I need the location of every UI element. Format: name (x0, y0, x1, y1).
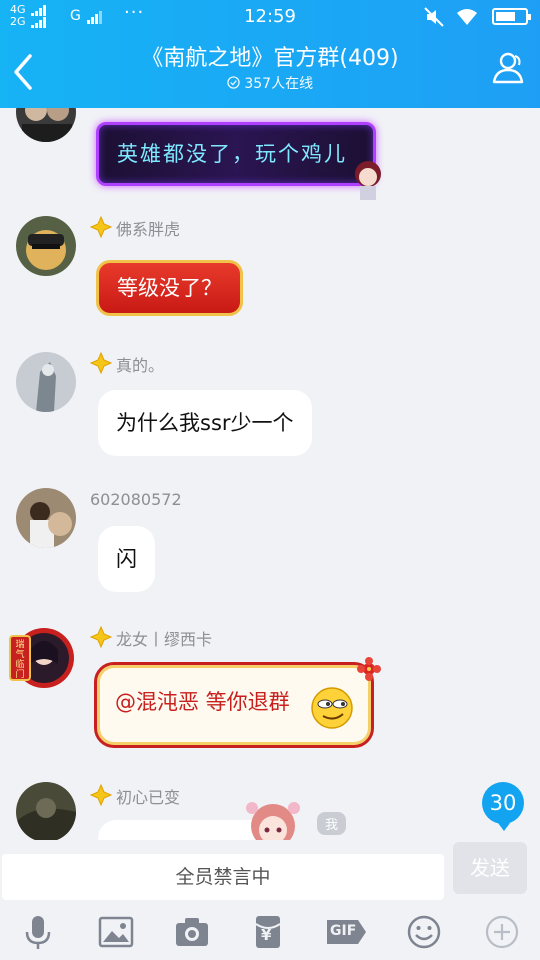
members-icon (492, 52, 524, 84)
group-title: 《南航之地》官方群(409) (141, 46, 399, 71)
check-circle-icon (227, 76, 240, 89)
plus-icon (485, 915, 519, 949)
voice-button[interactable] (18, 912, 58, 952)
flower-ornament-icon (357, 657, 381, 681)
camera-button[interactable] (172, 912, 212, 952)
message-bubble[interactable]: 闪 (98, 526, 155, 592)
sender-name: 佛系胖虎 (89, 215, 180, 243)
title-block: 《南航之地》官方群(409) 357人在线 (0, 44, 540, 94)
unread-count-badge[interactable]: 30 (482, 782, 524, 831)
message-input-muted[interactable]: 全员禁言中 (2, 854, 444, 900)
avatar-frame-text: 瑞气临门 (15, 640, 25, 680)
battery-icon (492, 8, 531, 25)
camera-icon (176, 918, 208, 946)
yen-symbol: ¥ (261, 926, 272, 944)
sender-name: 龙女丨缪西卡 (89, 625, 212, 653)
photo-button[interactable] (96, 912, 136, 952)
gif-button[interactable]: GIF (324, 912, 368, 952)
microphone-icon (25, 916, 51, 949)
sender-name: 602080572 (90, 490, 182, 509)
wifi-icon (456, 8, 477, 25)
send-button[interactable]: 发送 (453, 842, 527, 894)
anime-girl-sticker-icon (246, 802, 300, 840)
avatar[interactable] (16, 108, 76, 142)
member-level-badge-icon (89, 351, 113, 379)
member-level-badge-icon (89, 625, 113, 653)
avatar-with-frame[interactable]: 瑞气临门 (8, 624, 76, 692)
mute-icon (424, 6, 444, 27)
avatar[interactable] (16, 488, 76, 548)
avatar[interactable] (16, 352, 76, 412)
message-bubble-red[interactable]: 等级没了？ (96, 260, 243, 316)
input-area: 全员禁言中 发送 ¥ GIF (0, 840, 540, 960)
gif-label: GIF (330, 923, 357, 939)
chat-header: 4G 2G G ··· 12:59 《南航之地》官方群(409) 357人在线 (0, 0, 540, 108)
input-toolbar: ¥ GIF (0, 904, 540, 960)
message-list[interactable]: 英雄都没了，玩个鸡儿 佛系胖虎 等级没了？ 真的。 为什么我ssr少一个 602… (0, 108, 540, 840)
more-button[interactable] (482, 912, 522, 952)
member-level-badge-icon (89, 215, 113, 243)
smirk-emoji-icon (311, 687, 353, 729)
online-count: 357人在线 (0, 74, 540, 94)
emoji-button[interactable] (404, 912, 444, 952)
avatar[interactable] (16, 216, 76, 276)
image-icon (98, 916, 134, 948)
bubble-ornament-icon (355, 161, 381, 200)
status-icons (424, 6, 531, 28)
self-tag: 我 (317, 812, 347, 835)
red-packet-button[interactable]: ¥ (248, 912, 288, 952)
message-bubble[interactable]: 为什么我ssr少一个 (98, 390, 312, 456)
group-members-button[interactable] (488, 48, 528, 92)
status-bar: 4G 2G G ··· 12:59 (0, 0, 540, 34)
sender-name: 初心已变 (89, 783, 180, 811)
member-level-badge-icon (89, 783, 113, 811)
emoji-icon (407, 915, 441, 949)
message-bubble-neon[interactable]: 英雄都没了，玩个鸡儿 (96, 122, 376, 186)
avatar[interactable] (16, 782, 76, 840)
sender-name: 真的。 (89, 351, 164, 379)
